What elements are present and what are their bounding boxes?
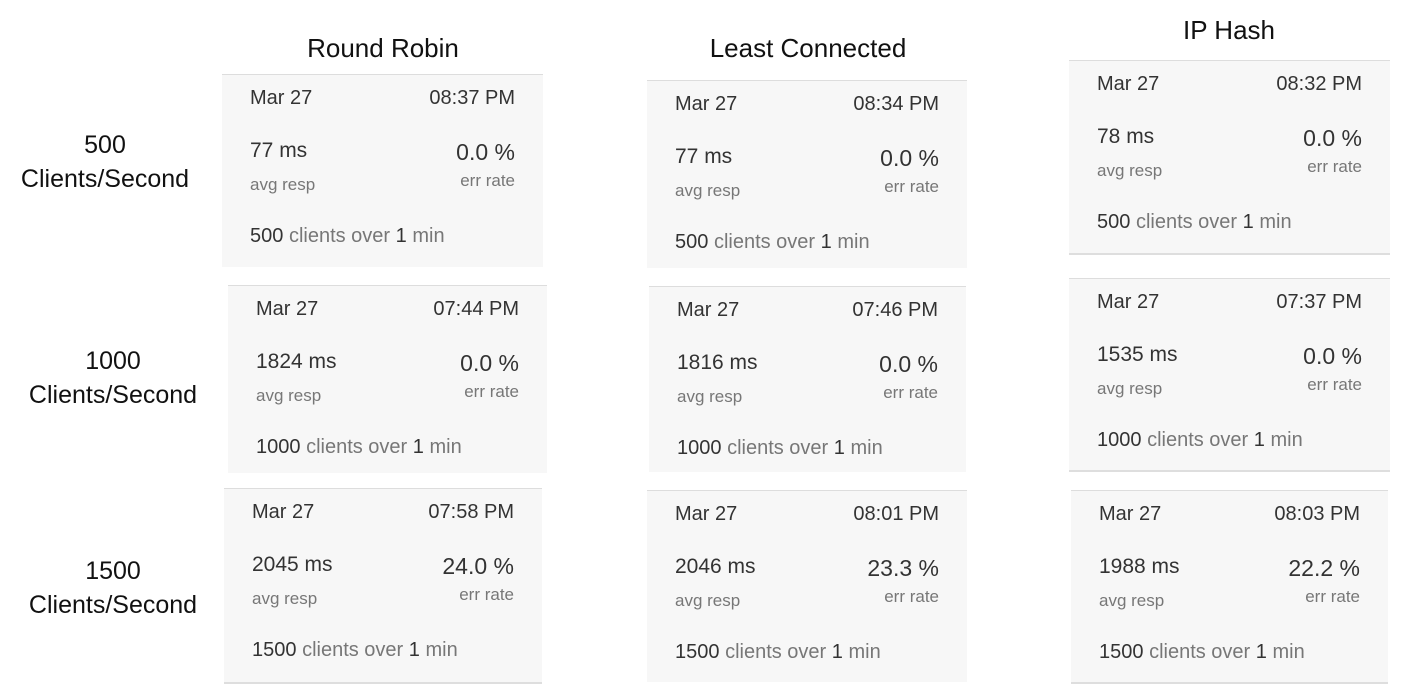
- card-err-rate-value: 0.0 %: [1303, 125, 1362, 151]
- row-label-1000: 1000 Clients/Second: [8, 344, 218, 412]
- card-time: 08:32 PM: [1276, 73, 1362, 95]
- card-err-rate-label: err rate: [1307, 375, 1362, 394]
- row-label-count: 1000: [85, 347, 141, 375]
- row-label-unit: Clients/Second: [28, 381, 198, 409]
- card-summary: 500 clients over 1 min: [675, 231, 870, 253]
- result-card-least-connected-1500[interactable]: Mar 27 08:01 PM 2046 ms avg resp 23.3 % …: [647, 490, 967, 682]
- card-err-rate-value: 0.0 %: [1303, 343, 1362, 369]
- card-summary: 1000 clients over 1 min: [677, 437, 883, 459]
- card-time: 08:37 PM: [429, 87, 515, 109]
- card-avg-resp-value: 2046 ms: [675, 555, 756, 578]
- column-title-round-robin: Round Robin: [307, 33, 459, 63]
- card-err-rate-label: err rate: [884, 177, 939, 196]
- column-title-ip-hash: IP Hash: [1182, 15, 1276, 45]
- card-time: 07:58 PM: [428, 501, 514, 523]
- card-date: Mar 27: [675, 93, 738, 115]
- card-err-rate-value: 22.2 %: [1288, 555, 1360, 581]
- card-summary: 1500 clients over 1 min: [252, 639, 458, 661]
- card-avg-resp-label: avg resp: [1099, 591, 1165, 610]
- card-time: 08:01 PM: [853, 503, 939, 525]
- column-title-least-connected: Least Connected: [709, 33, 907, 63]
- card-summary: 1000 clients over 1 min: [256, 436, 462, 458]
- card-avg-resp-value: 1988 ms: [1099, 555, 1180, 578]
- row-label-count: 1500: [85, 557, 141, 585]
- row-label-unit: Clients/Second: [20, 165, 190, 193]
- card-avg-resp-label: avg resp: [675, 591, 741, 610]
- card-err-rate-label: err rate: [883, 383, 938, 402]
- result-card-least-connected-500[interactable]: Mar 27 08:34 PM 77 ms avg resp 0.0 % err…: [647, 80, 967, 268]
- card-summary: 1500 clients over 1 min: [675, 641, 881, 663]
- row-label-1500: 1500 Clients/Second: [8, 554, 218, 622]
- row-label-count: 500: [84, 131, 126, 159]
- result-card-ip-hash-500[interactable]: Mar 27 08:32 PM 78 ms avg resp 0.0 % err…: [1069, 60, 1390, 255]
- card-err-rate-label: err rate: [460, 171, 515, 190]
- card-summary: 1500 clients over 1 min: [1099, 641, 1305, 663]
- card-avg-resp-label: avg resp: [1097, 161, 1163, 180]
- row-label-unit: Clients/Second: [28, 591, 198, 619]
- card-avg-resp-value: 78 ms: [1097, 125, 1155, 148]
- card-avg-resp-value: 77 ms: [675, 145, 733, 168]
- card-err-rate-label: err rate: [464, 382, 519, 401]
- card-date: Mar 27: [252, 501, 315, 523]
- card-date: Mar 27: [1097, 73, 1160, 95]
- card-err-rate-label: err rate: [1307, 157, 1362, 176]
- card-avg-resp-label: avg resp: [256, 386, 322, 405]
- card-time: 07:46 PM: [852, 299, 938, 321]
- card-err-rate-label: err rate: [1305, 587, 1360, 606]
- result-card-round-robin-500[interactable]: Mar 27 08:37 PM 77 ms avg resp 0.0 % err…: [222, 74, 543, 267]
- result-card-round-robin-1500[interactable]: Mar 27 07:58 PM 2045 ms avg resp 24.0 % …: [224, 488, 542, 684]
- card-avg-resp-value: 1535 ms: [1097, 343, 1178, 366]
- card-err-rate-value: 0.0 %: [460, 350, 519, 376]
- card-time: 07:44 PM: [433, 298, 519, 320]
- result-card-round-robin-1000[interactable]: Mar 27 07:44 PM 1824 ms avg resp 0.0 % e…: [228, 285, 547, 473]
- card-time: 08:03 PM: [1274, 503, 1360, 525]
- card-err-rate-value: 23.3 %: [867, 555, 939, 581]
- card-avg-resp-label: avg resp: [252, 589, 318, 608]
- result-card-ip-hash-1500[interactable]: Mar 27 08:03 PM 1988 ms avg resp 22.2 % …: [1071, 490, 1388, 684]
- card-time: 08:34 PM: [853, 93, 939, 115]
- card-err-rate-value: 0.0 %: [879, 351, 938, 377]
- card-date: Mar 27: [256, 298, 319, 320]
- card-date: Mar 27: [675, 503, 738, 525]
- card-date: Mar 27: [250, 87, 313, 109]
- card-avg-resp-value: 77 ms: [250, 139, 308, 162]
- card-avg-resp-value: 2045 ms: [252, 553, 333, 576]
- card-err-rate-value: 0.0 %: [456, 139, 515, 165]
- row-label-500: 500 Clients/Second: [0, 128, 210, 196]
- card-date: Mar 27: [1097, 291, 1160, 313]
- card-date: Mar 27: [1099, 503, 1162, 525]
- card-summary: 500 clients over 1 min: [250, 225, 445, 247]
- card-err-rate-value: 0.0 %: [880, 145, 939, 171]
- card-avg-resp-label: avg resp: [675, 181, 741, 200]
- result-card-ip-hash-1000[interactable]: Mar 27 07:37 PM 1535 ms avg resp 0.0 % e…: [1069, 278, 1390, 472]
- card-err-rate-label: err rate: [459, 585, 514, 604]
- card-time: 07:37 PM: [1276, 291, 1362, 313]
- card-summary: 500 clients over 1 min: [1097, 211, 1292, 233]
- card-date: Mar 27: [677, 299, 740, 321]
- card-avg-resp-value: 1816 ms: [677, 351, 758, 374]
- card-avg-resp-label: avg resp: [677, 387, 743, 406]
- card-avg-resp-value: 1824 ms: [256, 350, 337, 373]
- card-err-rate-label: err rate: [884, 587, 939, 606]
- card-summary: 1000 clients over 1 min: [1097, 429, 1303, 451]
- card-avg-resp-label: avg resp: [250, 175, 316, 194]
- result-card-least-connected-1000[interactable]: Mar 27 07:46 PM 1816 ms avg resp 0.0 % e…: [649, 286, 966, 472]
- card-err-rate-value: 24.0 %: [442, 553, 514, 579]
- card-avg-resp-label: avg resp: [1097, 379, 1163, 398]
